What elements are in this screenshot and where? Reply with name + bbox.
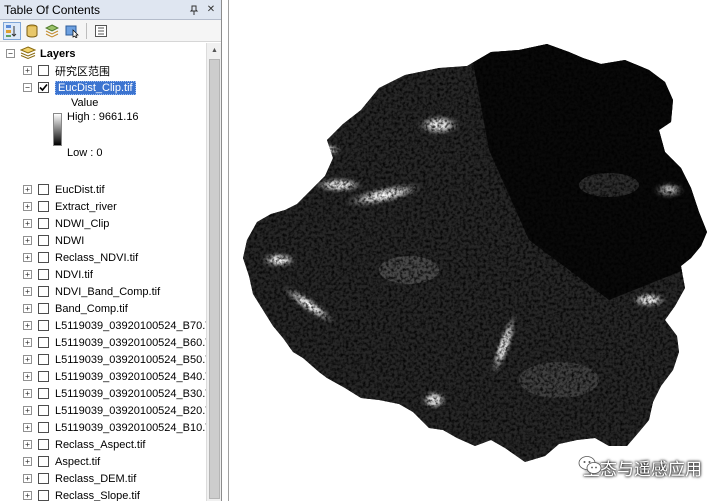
- layer-row[interactable]: + Reclass_Aspect.tif: [23, 436, 206, 453]
- expand-icon[interactable]: +: [23, 202, 32, 211]
- expand-icon[interactable]: +: [23, 372, 32, 381]
- watermark: 生态与遥感应用: [578, 455, 702, 480]
- layer-visibility-checkbox[interactable]: [38, 303, 49, 314]
- layer-visibility-checkbox[interactable]: [38, 354, 49, 365]
- toolbar-separator: [86, 22, 87, 39]
- layer-row[interactable]: + Band_Comp.tif: [23, 300, 206, 317]
- expand-icon[interactable]: +: [23, 219, 32, 228]
- layer-row[interactable]: + NDVI_Band_Comp.tif: [23, 283, 206, 300]
- layer-label[interactable]: Reclass_NDVI.tif: [55, 252, 138, 264]
- expand-icon[interactable]: +: [23, 423, 32, 432]
- layer-label[interactable]: L5119039_03920100524_B60.TIF: [55, 337, 206, 349]
- expand-icon[interactable]: +: [23, 236, 32, 245]
- layer-label[interactable]: NDWI_Clip: [55, 218, 109, 230]
- layer-visibility-checkbox[interactable]: [38, 337, 49, 348]
- layer-label[interactable]: Reclass_Slope.tif: [55, 490, 140, 501]
- expand-icon[interactable]: +: [23, 406, 32, 415]
- toc-toolbar: [0, 20, 221, 42]
- layer-row[interactable]: + L5119039_03920100524_B20.TIF: [23, 402, 206, 419]
- list-by-drawing-order-icon[interactable]: [3, 21, 21, 40]
- toc-titlebar: Table Of Contents ✕: [0, 0, 221, 20]
- layer-row[interactable]: + L5119039_03920100524_B40.TIF: [23, 368, 206, 385]
- toc-title: Table Of Contents: [4, 2, 101, 17]
- expand-icon[interactable]: +: [23, 270, 32, 279]
- layer-row[interactable]: + Reclass_DEM.tif: [23, 470, 206, 487]
- layer-row[interactable]: + NDVI.tif: [23, 266, 206, 283]
- layer-row[interactable]: + L5119039_03920100524_B70.TIF: [23, 317, 206, 334]
- layer-label[interactable]: EucDist.tif: [55, 184, 105, 196]
- layer-visibility-checkbox[interactable]: [38, 422, 49, 433]
- layer-label[interactable]: Reclass_Aspect.tif: [55, 439, 145, 451]
- options-icon[interactable]: [92, 22, 110, 40]
- expand-icon[interactable]: +: [23, 338, 32, 347]
- layer-visibility-checkbox[interactable]: [38, 269, 49, 280]
- layer-label[interactable]: NDWI: [55, 235, 84, 247]
- layer-row[interactable]: + NDWI_Clip: [23, 215, 206, 232]
- expand-icon[interactable]: +: [23, 304, 32, 313]
- layer-visibility-checkbox[interactable]: [38, 388, 49, 399]
- layer-row[interactable]: + EucDist.tif: [23, 181, 206, 198]
- layer-label[interactable]: L5119039_03920100524_B10.TIF: [55, 422, 206, 434]
- expand-icon[interactable]: +: [23, 491, 32, 500]
- layer-visibility-checkbox[interactable]: [38, 201, 49, 212]
- layer-visibility-checkbox[interactable]: [38, 371, 49, 382]
- layer-row[interactable]: + L5119039_03920100524_B30.TIF: [23, 385, 206, 402]
- layer-visibility-checkbox[interactable]: [38, 218, 49, 229]
- layer-visibility-checkbox[interactable]: [38, 252, 49, 263]
- list-by-visibility-icon[interactable]: [43, 22, 61, 40]
- layer-label[interactable]: L5119039_03920100524_B40.TIF: [55, 371, 206, 383]
- scroll-up-arrow-icon[interactable]: ▲: [207, 43, 221, 58]
- euclidean-distance-raster: [243, 44, 707, 462]
- layer-visibility-checkbox[interactable]: [38, 184, 49, 195]
- scroll-thumb[interactable]: [209, 59, 220, 499]
- layer-tree-lower: + EucDist.tif + Extract_river + NDWI_Clip +…: [0, 43, 206, 501]
- layer-label[interactable]: Aspect.tif: [55, 456, 100, 468]
- toc-vertical-scrollbar[interactable]: ▲: [206, 43, 221, 501]
- layer-label[interactable]: L5119039_03920100524_B30.TIF: [55, 388, 206, 400]
- layer-visibility-checkbox[interactable]: [38, 490, 49, 501]
- list-by-source-icon[interactable]: [23, 22, 41, 40]
- expand-icon[interactable]: +: [23, 355, 32, 364]
- layer-row[interactable]: + L5119039_03920100524_B50.TIF: [23, 351, 206, 368]
- layer-row[interactable]: + NDWI: [23, 232, 206, 249]
- raster-map-canvas: [243, 44, 707, 462]
- layer-visibility-checkbox[interactable]: [38, 286, 49, 297]
- layer-label[interactable]: NDVI.tif: [55, 269, 93, 281]
- layer-row[interactable]: + L5119039_03920100524_B60.TIF: [23, 334, 206, 351]
- expand-icon[interactable]: +: [23, 389, 32, 398]
- layer-label[interactable]: NDVI_Band_Comp.tif: [55, 286, 160, 298]
- expand-icon[interactable]: +: [23, 321, 32, 330]
- layer-row[interactable]: + Extract_river: [23, 198, 206, 215]
- layer-visibility-checkbox[interactable]: [38, 405, 49, 416]
- layer-label[interactable]: L5119039_03920100524_B20.TIF: [55, 405, 206, 417]
- layer-visibility-checkbox[interactable]: [38, 320, 49, 331]
- layer-row[interactable]: + L5119039_03920100524_B10.TIF: [23, 419, 206, 436]
- expand-icon[interactable]: +: [23, 185, 32, 194]
- pin-icon[interactable]: [187, 3, 201, 17]
- table-of-contents-panel: Table Of Contents ✕ − Layers + 研究区范围 − E…: [0, 0, 222, 501]
- layer-visibility-checkbox[interactable]: [38, 439, 49, 450]
- expand-icon[interactable]: +: [23, 287, 32, 296]
- layer-row[interactable]: + Aspect.tif: [23, 453, 206, 470]
- layer-row[interactable]: + Reclass_NDVI.tif: [23, 249, 206, 266]
- layer-label[interactable]: L5119039_03920100524_B70.TIF: [55, 320, 206, 332]
- layer-visibility-checkbox[interactable]: [38, 473, 49, 484]
- layer-label[interactable]: L5119039_03920100524_B50.TIF: [55, 354, 206, 366]
- layer-label[interactable]: Band_Comp.tif: [55, 303, 128, 315]
- expand-icon[interactable]: +: [23, 440, 32, 449]
- expand-icon[interactable]: +: [23, 474, 32, 483]
- layer-visibility-checkbox[interactable]: [38, 235, 49, 246]
- expand-icon[interactable]: +: [23, 253, 32, 262]
- close-icon[interactable]: ✕: [204, 3, 218, 17]
- list-by-selection-icon[interactable]: [63, 22, 81, 40]
- expand-icon[interactable]: +: [23, 457, 32, 466]
- layer-label[interactable]: Reclass_DEM.tif: [55, 473, 136, 485]
- layer-row[interactable]: + Reclass_Slope.tif: [23, 487, 206, 501]
- map-view[interactable]: 生态与遥感应用: [228, 0, 720, 501]
- layer-visibility-checkbox[interactable]: [38, 456, 49, 467]
- layer-label[interactable]: Extract_river: [55, 201, 117, 213]
